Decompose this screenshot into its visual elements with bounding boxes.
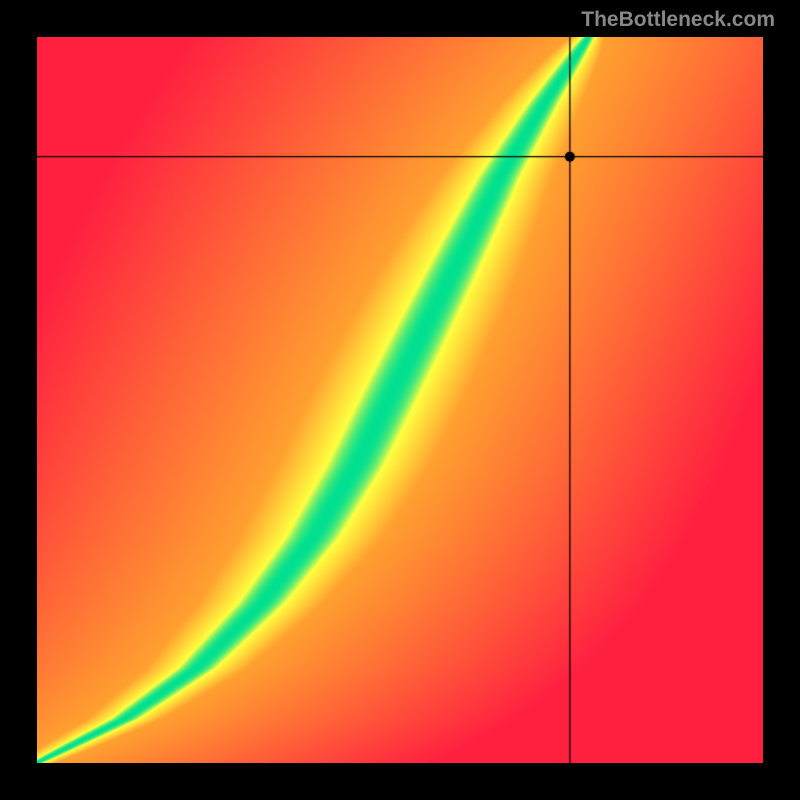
watermark-text: TheBottleneck.com	[581, 8, 775, 32]
bottleneck-heatmap	[37, 37, 763, 763]
chart-container: TheBottleneck.com	[0, 0, 800, 800]
